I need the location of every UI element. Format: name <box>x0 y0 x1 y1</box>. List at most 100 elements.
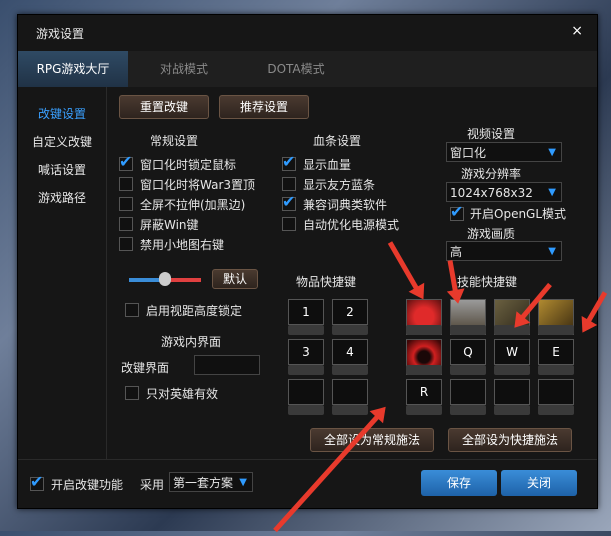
sidebar-item-path[interactable]: 游戏路径 <box>18 189 106 206</box>
block-win-checkbox[interactable] <box>119 217 133 231</box>
all-quick-cast-button[interactable]: 全部设为快捷施法 <box>448 428 572 452</box>
save-button[interactable]: 保存 <box>421 470 497 496</box>
remap-ui-input[interactable] <box>194 355 260 375</box>
lock-mouse-label: 窗口化时锁定鼠标 <box>140 158 237 172</box>
skill-key-r-bar[interactable] <box>406 405 442 415</box>
resolution-select[interactable]: 1024x768x32 ▼ <box>446 182 562 202</box>
chevron-down-icon: ▼ <box>548 246 556 257</box>
lock-mouse-checkbox[interactable] <box>119 152 133 171</box>
scheme-value: 第一套方案 <box>173 476 234 490</box>
opengl-checkbox[interactable] <box>450 202 464 221</box>
bloodbar-title: 血条设置 <box>313 134 362 148</box>
chevron-down-icon: ▼ <box>239 477 247 488</box>
general-settings-title: 常规设置 <box>150 134 199 148</box>
opengl-label: 开启OpenGL模式 <box>470 207 567 221</box>
item-slot-2[interactable]: 2 <box>332 299 368 325</box>
display-mode-value: 窗口化 <box>450 146 487 160</box>
mode-tabs: RPG游戏大厅 对战模式 DOTA模式 <box>18 51 597 87</box>
footer-bar: 开启改键功能 采用 第一套方案 ▼ 保存 关闭 <box>18 459 597 509</box>
power-mode-checkbox[interactable] <box>282 217 296 231</box>
scheme-select[interactable]: 第一套方案 ▼ <box>169 472 253 492</box>
skill-key-w-bar[interactable] <box>494 365 530 375</box>
item-slot-4-bar[interactable] <box>332 365 368 375</box>
video-settings-title: 视频设置 <box>467 127 516 141</box>
all-normal-cast-button[interactable]: 全部设为常规施法 <box>310 428 434 452</box>
dict-compat-label: 兼容词典类软件 <box>303 198 388 212</box>
skill-key-q[interactable]: Q <box>450 339 486 365</box>
view-lock-checkbox[interactable] <box>125 303 139 317</box>
skill-key-r[interactable]: R <box>406 379 442 405</box>
enable-remap-label: 开启改键功能 <box>51 478 124 492</box>
sidebar-item-chat[interactable]: 喊话设置 <box>18 161 106 178</box>
item-slot-1[interactable]: 1 <box>288 299 324 325</box>
skill-hotkeys-title: 技能快捷键 <box>457 275 518 289</box>
item-slot-2-bar[interactable] <box>332 325 368 335</box>
no-stretch-checkbox[interactable] <box>119 197 133 211</box>
minimap-right-checkbox[interactable] <box>119 237 133 251</box>
slider-handle[interactable] <box>159 272 171 286</box>
skill-key-q-bar[interactable] <box>450 365 486 375</box>
skill-icon-1-bar[interactable] <box>406 325 442 335</box>
tab-rpg[interactable]: RPG游戏大厅 <box>18 51 128 87</box>
item-slot-6[interactable] <box>332 379 368 405</box>
title-bar: 游戏设置 × <box>18 15 597 49</box>
power-mode-label: 自动优化电源模式 <box>303 218 400 232</box>
item-slot-1-bar[interactable] <box>288 325 324 335</box>
sidebar-item-custom[interactable]: 自定义改键 <box>18 133 106 150</box>
tab-battle[interactable]: 对战模式 <box>128 51 240 87</box>
item-slot-5[interactable] <box>288 379 324 405</box>
skill-key-6[interactable] <box>450 379 486 405</box>
chevron-down-icon: ▼ <box>548 187 556 198</box>
view-lock-label: 启用视距高度锁定 <box>146 304 243 318</box>
skill-key-e-bar[interactable] <box>538 365 574 375</box>
no-stretch-label: 全屏不拉伸(加黑边) <box>140 198 246 212</box>
display-mode-select[interactable]: 窗口化 ▼ <box>446 142 562 162</box>
item-slot-4[interactable]: 4 <box>332 339 368 365</box>
skill-key-w[interactable]: W <box>494 339 530 365</box>
reset-keys-button[interactable]: 重置改键 <box>119 95 209 119</box>
item-slot-6-bar[interactable] <box>332 405 368 415</box>
close-button[interactable]: 关闭 <box>501 470 577 496</box>
skill-key-7-bar[interactable] <box>494 405 530 415</box>
show-hp-checkbox[interactable] <box>282 152 296 171</box>
skill-key-7[interactable] <box>494 379 530 405</box>
skill-key-e[interactable]: E <box>538 339 574 365</box>
enable-remap-checkbox[interactable] <box>30 472 44 491</box>
quality-label: 游戏画质 <box>467 227 516 241</box>
item-slot-3-bar[interactable] <box>288 365 324 375</box>
war3-top-label: 窗口化时将War3置顶 <box>140 178 256 192</box>
resolution-value: 1024x768x32 <box>450 186 533 200</box>
ingame-ui-title: 游戏内界面 <box>161 335 222 349</box>
tab-dota[interactable]: DOTA模式 <box>240 51 352 87</box>
sidebar-item-keymap[interactable]: 改键设置 <box>18 105 106 122</box>
quality-select[interactable]: 高 ▼ <box>446 241 562 261</box>
resolution-label: 游戏分辨率 <box>461 167 522 181</box>
item-slot-3[interactable]: 3 <box>288 339 324 365</box>
hero-only-label: 只对英雄有效 <box>146 387 219 401</box>
skill-icon-5-bar[interactable] <box>406 365 442 375</box>
chevron-down-icon: ▼ <box>548 147 556 158</box>
close-icon[interactable]: × <box>571 23 583 39</box>
sidebar: 改键设置 自定义改键 喊话设置 游戏路径 <box>18 87 107 459</box>
skill-icon-2-bar[interactable] <box>450 325 486 335</box>
settings-window: 游戏设置 × RPG游戏大厅 对战模式 DOTA模式 改键设置 自定义改键 喊话… <box>17 14 598 509</box>
skill-icon-4-bar[interactable] <box>538 325 574 335</box>
ally-mana-checkbox[interactable] <box>282 177 296 191</box>
quality-value: 高 <box>450 245 463 259</box>
item-slot-5-bar[interactable] <box>288 405 324 415</box>
show-hp-label: 显示血量 <box>303 158 352 172</box>
dict-compat-checkbox[interactable] <box>282 192 296 211</box>
skill-key-6-bar[interactable] <box>450 405 486 415</box>
ally-mana-label: 显示友方蓝条 <box>303 178 376 192</box>
window-title: 游戏设置 <box>36 27 85 41</box>
war3-top-checkbox[interactable] <box>119 177 133 191</box>
use-scheme-label: 采用 <box>140 478 165 492</box>
item-hotkeys-title: 物品快捷键 <box>296 275 357 289</box>
default-button[interactable]: 默认 <box>212 269 258 289</box>
skill-key-8-bar[interactable] <box>538 405 574 415</box>
block-win-label: 屏蔽Win键 <box>140 218 199 232</box>
recommend-button[interactable]: 推荐设置 <box>219 95 309 119</box>
hero-only-checkbox[interactable] <box>125 386 139 400</box>
minimap-right-label: 禁用小地图右键 <box>140 238 225 252</box>
skill-key-8[interactable] <box>538 379 574 405</box>
